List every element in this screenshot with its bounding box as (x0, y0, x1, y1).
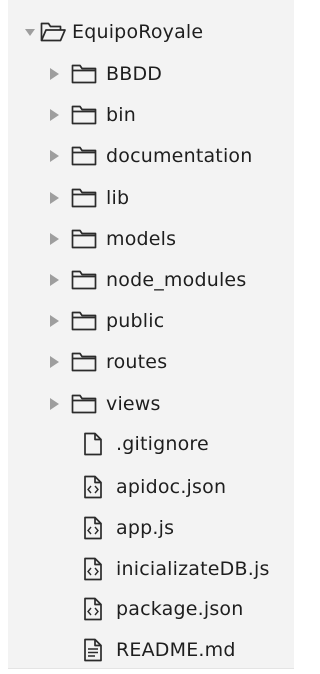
folder-open-icon (40, 20, 66, 44)
tree-folder-lib[interactable]: lib (8, 180, 294, 216)
folder-icon (71, 268, 97, 292)
expanded-arrow-icon[interactable] (22, 24, 38, 40)
text-file-icon (82, 638, 104, 662)
tree-file-inicializatedb-js[interactable]: inicializateDB.js (8, 551, 294, 587)
folder-icon (71, 392, 97, 416)
collapsed-arrow-icon[interactable] (46, 354, 62, 370)
tree-folder-documentation[interactable]: documentation (8, 138, 294, 174)
tree-file-app-js[interactable]: app.js (8, 510, 294, 546)
tree-folder-public[interactable]: public (8, 303, 294, 339)
file-explorer-tree: EquipoRoyale BBDD bin documentation lib … (8, 0, 294, 669)
collapsed-arrow-icon[interactable] (46, 107, 62, 123)
tree-item-label: lib (106, 187, 130, 209)
code-file-icon (82, 597, 104, 621)
tree-item-label: views (106, 393, 161, 415)
tree-item-label: node_modules (106, 269, 247, 291)
code-file-icon (82, 557, 104, 581)
code-file-icon (82, 516, 104, 540)
tree-item-label: public (106, 310, 165, 332)
tree-item-label: package.json (116, 598, 244, 620)
tree-item-label: .gitignore (116, 433, 209, 455)
tree-file-package-json[interactable]: package.json (8, 591, 294, 627)
collapsed-arrow-icon[interactable] (46, 231, 62, 247)
folder-icon (71, 186, 97, 210)
tree-item-label: documentation (106, 145, 253, 167)
collapsed-arrow-icon[interactable] (46, 148, 62, 164)
tree-file-apidoc-json[interactable]: apidoc.json (8, 469, 294, 505)
tree-item-label: models (106, 228, 177, 250)
tree-root-equiporoyale[interactable]: EquipoRoyale (8, 14, 294, 50)
tree-folder-models[interactable]: models (8, 221, 294, 257)
tree-item-label: routes (106, 351, 168, 373)
folder-icon (71, 144, 97, 168)
tree-item-label: app.js (116, 517, 175, 539)
code-file-icon (82, 475, 104, 499)
folder-icon (71, 227, 97, 251)
collapsed-arrow-icon[interactable] (46, 66, 62, 82)
tree-folder-node-modules[interactable]: node_modules (8, 262, 294, 298)
tree-folder-routes[interactable]: routes (8, 344, 294, 380)
tree-file-readme-md[interactable]: README.md (8, 632, 294, 668)
collapsed-arrow-icon[interactable] (46, 396, 62, 412)
collapsed-arrow-icon[interactable] (46, 190, 62, 206)
collapsed-arrow-icon[interactable] (46, 313, 62, 329)
tree-item-label: EquipoRoyale (72, 21, 204, 43)
folder-icon (71, 350, 97, 374)
tree-item-label: apidoc.json (116, 476, 227, 498)
tree-item-label: README.md (116, 639, 236, 661)
tree-item-label: BBDD (106, 63, 163, 85)
tree-item-label: inicializateDB.js (116, 558, 270, 580)
tree-folder-bbdd[interactable]: BBDD (8, 56, 294, 92)
file-icon (82, 432, 104, 456)
folder-icon (71, 103, 97, 127)
tree-folder-bin[interactable]: bin (8, 97, 294, 133)
tree-file-gitignore[interactable]: .gitignore (8, 426, 294, 462)
tree-folder-views[interactable]: views (8, 386, 294, 422)
tree-item-label: bin (106, 104, 136, 126)
collapsed-arrow-icon[interactable] (46, 272, 62, 288)
folder-icon (71, 309, 97, 333)
folder-icon (71, 62, 97, 86)
